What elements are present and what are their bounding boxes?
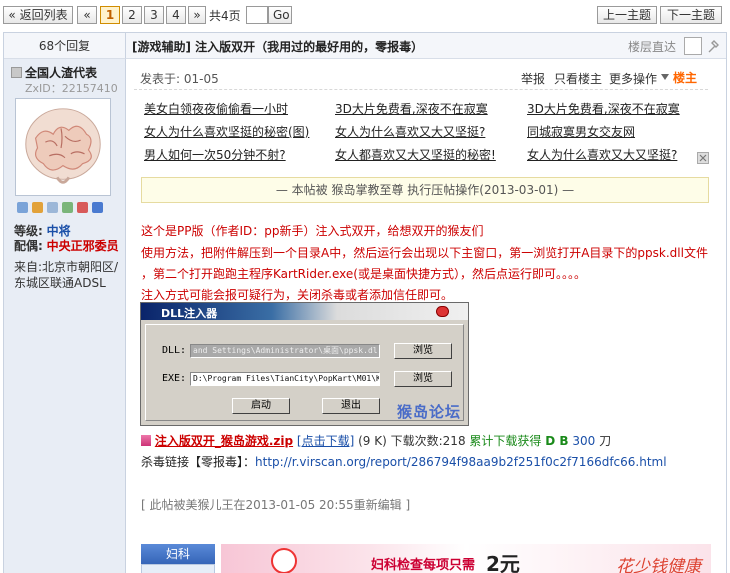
divider	[134, 89, 708, 90]
gift-icon[interactable]	[77, 202, 88, 213]
db-label: D B	[545, 434, 569, 448]
reply-count: 68个回复	[4, 33, 126, 59]
avatar[interactable]	[15, 98, 111, 196]
spouse-value: 中央正邪委员	[46, 239, 119, 253]
floor-jump-input[interactable]	[684, 37, 702, 55]
zip-icon	[141, 435, 151, 446]
exe-label: EXE:	[162, 373, 187, 384]
prev-page-button[interactable]: «	[77, 6, 97, 24]
message-icon[interactable]	[17, 202, 28, 213]
post-text-line: 注入方式可能会报可疑行为，关闭杀毒或者添加信任即可。	[141, 288, 454, 302]
author-level: 等级: 中将	[14, 222, 71, 239]
attachment-name[interactable]: 注入版双开_猴岛游戏.zip	[155, 434, 293, 448]
virus-label: 杀毒链接【零报毒】：	[141, 455, 256, 469]
ad-link[interactable]: 女人都喜欢又大又坚挺的秘密!	[335, 146, 496, 163]
ad-link[interactable]: 女人为什么喜欢又大又坚挺?	[335, 123, 485, 140]
ad-link[interactable]: 3D大片免费看,深夜不在寂寞	[335, 100, 488, 117]
pin-icon[interactable]	[706, 37, 722, 55]
next-page-button[interactable]: »	[188, 6, 206, 24]
exe-path-field: D:\Program Files\TianCity\PopKart\M01\Ka…	[190, 372, 380, 386]
attachment-line: 注入版双开_猴岛游戏.zip [点击下载] (9 K) 下载次数:218 累计下…	[141, 432, 611, 449]
attachment-size: (9 K)	[358, 434, 387, 448]
watermark-logo: 猴岛论坛	[397, 403, 462, 421]
start-button: 启动	[232, 398, 290, 414]
offline-icon	[11, 67, 22, 78]
profile-icon[interactable]	[47, 202, 58, 213]
moderation-notice: — 本帖被 猴岛掌教至尊 执行压帖操作(2013-03-01) —	[141, 177, 709, 203]
dll-browse-button: 浏览	[394, 343, 452, 359]
post-time: 发表于: 01-05	[140, 72, 219, 86]
page-2-button[interactable]: 2	[122, 6, 142, 24]
db-value: 300	[572, 434, 596, 448]
only-author-link[interactable]: 只看楼主	[554, 70, 602, 87]
page-4-button[interactable]: 4	[166, 6, 186, 24]
banner-subtab[interactable]	[141, 564, 215, 573]
author-actions	[15, 202, 115, 216]
exit-button: 退出	[322, 398, 380, 414]
ad-link[interactable]: 男人如何一次50分钟不射?	[144, 146, 286, 163]
ad-link[interactable]: 美女白领夜夜偷偷看一小时	[144, 100, 288, 117]
qq-icon[interactable]	[92, 202, 103, 213]
virus-scan-line: 杀毒链接【零报毒】：http://r.virscan.org/report/28…	[141, 453, 667, 470]
close-icon[interactable]	[697, 152, 709, 164]
prev-topic-button[interactable]: 上一主题	[597, 6, 657, 24]
window-title: DLL注入器	[161, 307, 218, 320]
page-3-button[interactable]: 3	[144, 6, 164, 24]
author-name[interactable]: 全国人渣代表	[25, 64, 97, 81]
author-spouse: 配偶: 中央正邪委员	[14, 238, 124, 254]
report-link[interactable]: 举报	[521, 70, 545, 87]
ad-banner[interactable]: 妇科检查每项只需 2元 花少钱健康	[221, 544, 711, 573]
pager-bar: « 返回列表 « 1 2 3 4 » 共4页 Go 上一主题 下一主题	[0, 0, 730, 30]
virus-scan-link[interactable]: http://r.virscan.org/report/286794f98aa9…	[255, 455, 667, 469]
window-close-icon	[436, 306, 449, 317]
chevron-down-icon[interactable]	[661, 74, 669, 80]
hospital-logo-icon	[271, 548, 297, 573]
injector-window-image[interactable]: DLL注入器 DLL: and Settings\Administrator\桌…	[140, 302, 469, 426]
posts-icon[interactable]	[62, 202, 73, 213]
add-friend-icon[interactable]	[32, 202, 43, 213]
post-text-line: 这个是PP版（作者ID：pp新手）注入式双开，给想双开的猴友们	[141, 224, 484, 238]
level-label: 等级:	[14, 224, 43, 238]
page-total: 共4页	[209, 9, 241, 23]
edit-note: [ 此帖被美猴儿王在2013-01-05 20:55重新编辑 ]	[141, 498, 411, 512]
post-text-line: 使用方法，把附件解压到一个目录A中，然后运行会出现以下主窗口，第一浏览打开A目录…	[141, 246, 708, 260]
post-text-line: ，第二个打开跑跑主程序KartRider.exe(或是桌面快捷方式），然后点运行…	[141, 267, 586, 281]
earned-label: 累计下载获得	[469, 434, 542, 448]
level-value: 中将	[46, 224, 71, 238]
back-to-list-button[interactable]: « 返回列表	[3, 6, 73, 24]
exe-browse-button: 浏览	[394, 371, 452, 387]
floor-jump-label: 楼层直达	[628, 40, 677, 54]
banner-tab[interactable]: 妇科	[141, 544, 215, 564]
banner-text: 妇科检查每项只需	[371, 558, 476, 573]
ad-link[interactable]: 同城寂寞男女交友网	[527, 123, 635, 140]
ad-link[interactable]: 3D大片免费看,深夜不在寂寞	[527, 100, 680, 117]
author-zxid: ZxID：22157410	[25, 82, 118, 95]
floor-badge: 楼主	[673, 71, 698, 85]
window-titlebar: DLL注入器	[141, 303, 468, 320]
author-location: 来自:北京市朝阳区/东城区联通ADSL	[14, 260, 119, 290]
next-topic-button[interactable]: 下一主题	[660, 6, 722, 24]
banner-slogan: 花少钱健康	[616, 557, 701, 573]
page-1-button[interactable]: 1	[100, 6, 120, 24]
banner-price: 2元	[486, 552, 520, 573]
ad-link[interactable]: 女人为什么喜欢又大又坚挺?	[527, 146, 677, 163]
download-count: 下载次数:218	[390, 434, 466, 448]
ad-link[interactable]: 女人为什么喜欢坚挺的秘密(图)	[144, 123, 309, 140]
go-button[interactable]: Go	[268, 6, 292, 24]
attachment-download-link[interactable]: [点击下载]	[297, 434, 354, 448]
dll-label: DLL:	[162, 345, 187, 356]
dll-path-field: and Settings\Administrator\桌面\ppsk.dl	[190, 344, 380, 358]
db-unit: 刀	[599, 434, 612, 448]
spouse-label: 配偶:	[14, 239, 43, 253]
page-jump-input[interactable]	[246, 6, 268, 24]
more-actions-link[interactable]: 更多操作	[609, 70, 657, 87]
thread-title: [游戏辅助] 注入版双开（我用过的最好用的，零报毒）	[132, 40, 424, 54]
